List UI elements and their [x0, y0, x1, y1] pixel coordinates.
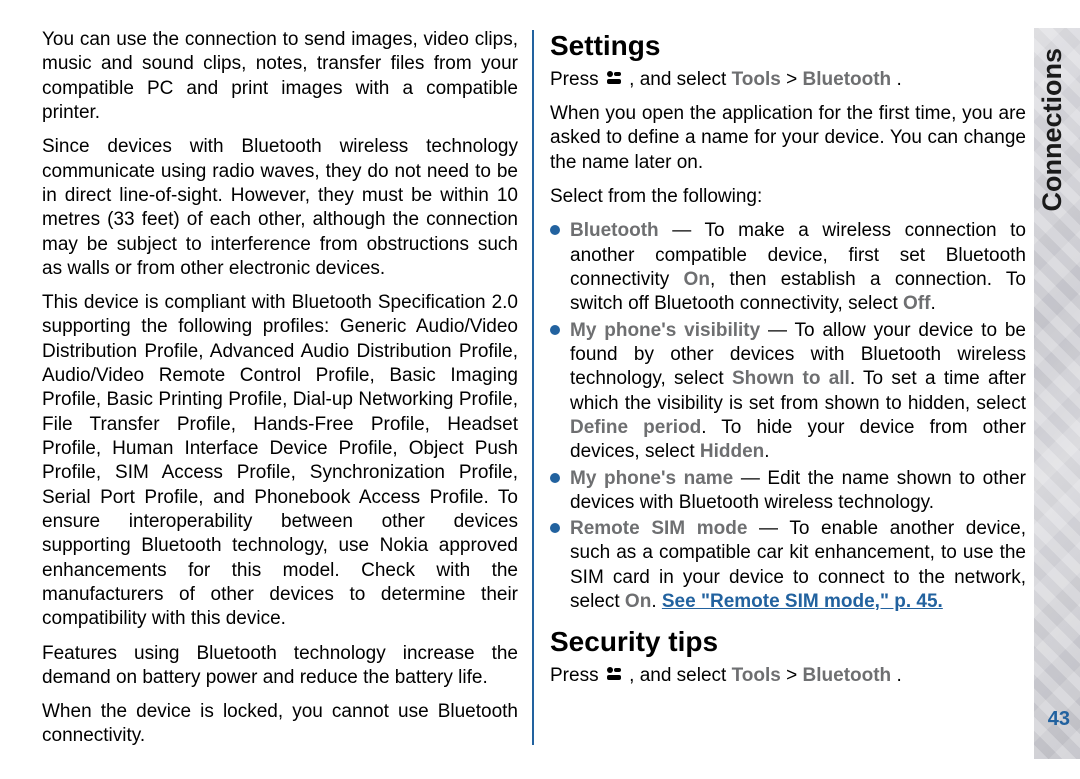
heading-settings: Settings	[550, 28, 1026, 64]
bullet-icon	[550, 523, 560, 533]
text: >	[786, 665, 802, 686]
bullet-icon	[550, 225, 560, 235]
text: , and select	[629, 665, 731, 686]
menu-key-icon	[604, 69, 624, 87]
keyword: On	[684, 269, 710, 290]
option-term: My phone's visibility	[570, 320, 760, 341]
paragraph: When you open the application for the fi…	[550, 102, 1026, 175]
text: —	[760, 320, 794, 341]
keyword: Shown to all	[732, 368, 850, 389]
list-item: Remote SIM mode — To enable another devi…	[550, 517, 1026, 614]
menu-key-icon	[604, 665, 624, 683]
text: .	[896, 665, 901, 686]
text: .	[896, 69, 901, 90]
text: .	[930, 293, 935, 314]
text: , and select	[629, 69, 731, 90]
heading-security-tips: Security tips	[550, 624, 1026, 660]
keyword: Off	[903, 293, 930, 314]
text: >	[786, 69, 802, 90]
text: —	[733, 468, 767, 489]
text: .	[764, 441, 769, 462]
paragraph: When the device is locked, you cannot us…	[42, 700, 518, 749]
option-term: Remote SIM mode	[570, 518, 747, 539]
manual-page: You can use the connection to send image…	[0, 0, 1080, 779]
paragraph: Select from the following:	[550, 185, 1026, 209]
press-line: Press , and select Tools > Bluetooth .	[550, 664, 1026, 688]
page-edge-band: Connections 43	[1034, 28, 1080, 759]
paragraph: You can use the connection to send image…	[42, 28, 518, 125]
list-item: My phone's visibility — To allow your de…	[550, 319, 1026, 465]
text: —	[659, 220, 705, 241]
text: Press	[550, 69, 604, 90]
left-column: You can use the connection to send image…	[42, 28, 532, 759]
paragraph: Features using Bluetooth technology incr…	[42, 642, 518, 691]
section-name-vertical: Connections	[1037, 48, 1068, 212]
paragraph: Since devices with Bluetooth wireless te…	[42, 135, 518, 281]
menu-path-tools: Tools	[732, 69, 781, 90]
keyword: Define period	[570, 417, 701, 438]
bullet-icon	[550, 473, 560, 483]
menu-path-tools: Tools	[732, 665, 781, 686]
option-term: Bluetooth	[570, 220, 659, 241]
list-item: My phone's name — Edit the name shown to…	[550, 467, 1026, 516]
keyword: Hidden	[700, 441, 764, 462]
cross-reference-link[interactable]: See "Remote SIM mode," p. 45.	[662, 591, 943, 612]
right-column: Settings Press , and select Tools > Blue…	[534, 28, 1034, 759]
text: Press	[550, 665, 604, 686]
text: —	[747, 518, 789, 539]
press-line: Press , and select Tools > Bluetooth .	[550, 68, 1026, 92]
bullet-icon	[550, 325, 560, 335]
paragraph: This device is compliant with Bluetooth …	[42, 291, 518, 631]
list-item: Bluetooth — To make a wireless connectio…	[550, 219, 1026, 316]
text: .	[651, 591, 662, 612]
keyword: On	[625, 591, 651, 612]
menu-path-bluetooth: Bluetooth	[803, 665, 892, 686]
settings-option-list: Bluetooth — To make a wireless connectio…	[550, 219, 1026, 614]
menu-path-bluetooth: Bluetooth	[803, 69, 892, 90]
option-term: My phone's name	[570, 468, 733, 489]
page-number: 43	[1048, 708, 1070, 731]
